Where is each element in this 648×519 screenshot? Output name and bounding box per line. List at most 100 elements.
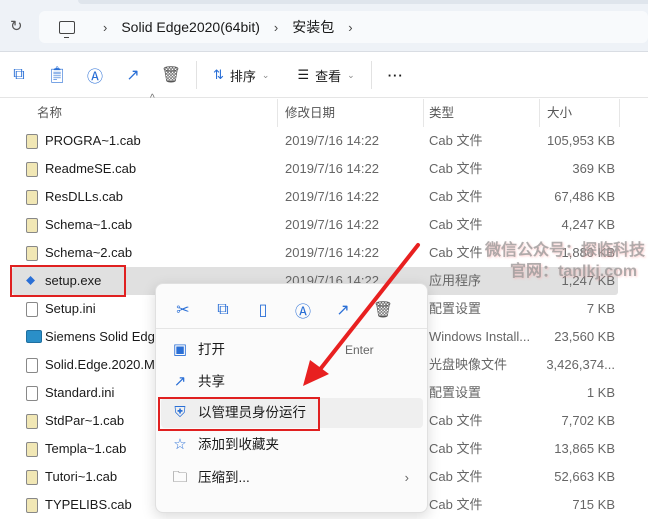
cab-file-icon [26, 162, 38, 177]
file-type: Cab 文件 [429, 469, 483, 484]
copy-icon[interactable]: ⧉ [0, 59, 38, 91]
menu-item-compress[interactable]: 🗀 压缩到... › [161, 463, 423, 493]
file-row[interactable]: Schema~1.cab 2019/7/16 14:22 Cab 文件 4,24… [12, 211, 618, 239]
file-name: Schema~1.cab [45, 217, 133, 232]
file-name: Solid.Edge.2020.M [45, 357, 155, 372]
address-area: ↻ › Solid Edge2020(64bit) › 安装包 › [0, 0, 648, 52]
ini-file-icon [26, 386, 38, 401]
file-type: Cab 文件 [429, 497, 483, 512]
watermark: 官网：tanlkj.com [510, 263, 638, 280]
column-size[interactable]: 大小 [540, 99, 620, 127]
file-size: 52,663 KB [554, 469, 615, 484]
view-label: 查看 [315, 68, 342, 84]
list-icon: ☰ [297, 67, 310, 82]
chevron-right-icon: › [273, 19, 279, 35]
file-name: ResDLLs.cab [45, 189, 124, 204]
msi-file-icon [26, 330, 42, 343]
breadcrumb-item[interactable]: 安装包 [292, 17, 334, 37]
file-size: 13,865 KB [554, 441, 615, 456]
menu-label: 打开 [198, 342, 225, 357]
shortcut-label: Enter [345, 343, 374, 357]
file-size: 7 KB [586, 301, 615, 316]
menu-item-add-favorites[interactable]: ☆ 添加到收藏夹 [161, 430, 423, 460]
cab-file-icon [26, 414, 38, 429]
cab-file-icon [26, 218, 38, 233]
file-date: 2019/7/16 14:22 [285, 161, 379, 176]
column-type[interactable]: 类型 [424, 99, 540, 127]
address-bar[interactable]: › Solid Edge2020(64bit) › 安装包 › [39, 11, 648, 43]
file-name: Standard.ini [45, 385, 115, 400]
file-size: 23,560 KB [554, 329, 615, 344]
file-type: Cab 文件 [429, 217, 483, 232]
file-date: 2019/7/16 14:22 [285, 189, 379, 204]
share-icon: ↗ [173, 373, 187, 390]
sort-label: 排序 [229, 68, 256, 84]
copy-icon[interactable]: ⧉ [203, 292, 243, 328]
file-size: 369 KB [572, 161, 615, 176]
file-row[interactable]: PROGRA~1.cab 2019/7/16 14:22 Cab 文件 105,… [12, 127, 618, 155]
file-row[interactable]: ResDLLs.cab 2019/7/16 14:22 Cab 文件 67,48… [12, 183, 618, 211]
menu-item-share[interactable]: ↗ 共享 [161, 367, 423, 397]
delete-icon[interactable]: 🗑︎ [152, 59, 190, 91]
column-date[interactable]: 修改日期 [278, 99, 424, 127]
command-bar: ⧉ 📋︎ Ⓐ ↗ 🗑︎ ⇅ 排序 ⌄ ☰ 查看 ⌄ ··· [0, 53, 648, 98]
breadcrumb-item[interactable]: Solid Edge2020(64bit) [121, 19, 260, 35]
computer-icon [59, 20, 75, 38]
chevron-right-icon: › [103, 19, 108, 35]
chevron-right-icon[interactable]: › [348, 20, 352, 35]
share-icon[interactable]: ↗ [114, 59, 152, 91]
more-button[interactable]: ··· [378, 68, 414, 83]
zip-folder-icon: 🗀 [172, 469, 188, 486]
rename-icon[interactable]: Ⓐ [283, 292, 323, 328]
cab-file-icon [26, 498, 38, 513]
file-size: 3,426,374... [546, 357, 615, 372]
file-row[interactable]: ReadmeSE.cab 2019/7/16 14:22 Cab 文件 369 … [12, 155, 618, 183]
column-header: ^ 名称 修改日期 类型 大小 [0, 93, 648, 127]
annotation-box [10, 265, 126, 297]
file-type: Cab 文件 [429, 161, 483, 176]
divider [370, 61, 372, 89]
file-name: Templa~1.cab [45, 441, 127, 456]
file-size: 7,702 KB [561, 413, 616, 428]
delete-icon[interactable]: 🗑︎ [363, 292, 403, 328]
file-name: StdPar~1.cab [45, 413, 125, 428]
file-type: 配置设置 [429, 301, 482, 316]
file-type: 光盘映像文件 [429, 357, 508, 372]
file-name: PROGRA~1.cab [45, 133, 141, 148]
cab-file-icon [26, 134, 38, 149]
file-size: 105,953 KB [547, 133, 615, 148]
file-size: 67,486 KB [554, 189, 615, 204]
chevron-down-icon: ⌄ [261, 69, 270, 80]
share-icon[interactable]: ↗ [323, 292, 363, 328]
file-date: 2019/7/16 14:22 [285, 217, 379, 232]
file-type: Windows Install... [429, 329, 531, 344]
menu-item-open[interactable]: ▣ 打开 Enter [161, 335, 423, 365]
file-name: TYPELIBS.cab [45, 497, 132, 512]
menu-label: 添加到收藏夹 [198, 437, 279, 452]
cab-file-icon [26, 190, 38, 205]
open-icon: ▣ [172, 341, 188, 358]
cut-icon[interactable]: ✂ [163, 292, 203, 328]
divider [156, 328, 427, 329]
file-type: Cab 文件 [429, 189, 483, 204]
view-button[interactable]: ☰ 查看 ⌄ [287, 66, 364, 85]
file-size: 1 KB [586, 385, 615, 400]
file-type: Cab 文件 [429, 441, 483, 456]
file-name: Siemens Solid Edge [45, 329, 163, 344]
column-name[interactable]: 名称 [0, 99, 278, 127]
paste-icon[interactable]: 📋︎ [38, 59, 76, 91]
file-type: 配置设置 [429, 385, 482, 400]
file-date: 2019/7/16 14:22 [285, 245, 379, 260]
refresh-icon[interactable]: ↻ [10, 17, 26, 35]
star-icon: ☆ [173, 436, 187, 453]
chevron-right-icon: › [404, 470, 409, 485]
rename-icon[interactable]: Ⓐ [76, 59, 114, 91]
file-name: Setup.ini [45, 301, 96, 316]
tab-strip [78, 0, 648, 4]
sort-button[interactable]: ⇅ 排序 ⌄ [203, 66, 279, 85]
file-size: 4,247 KB [561, 217, 616, 232]
menu-label: 共享 [198, 374, 225, 389]
ini-file-icon [26, 302, 38, 317]
file-name: Schema~2.cab [45, 245, 133, 260]
paste-icon[interactable]: ▯ [243, 292, 283, 328]
